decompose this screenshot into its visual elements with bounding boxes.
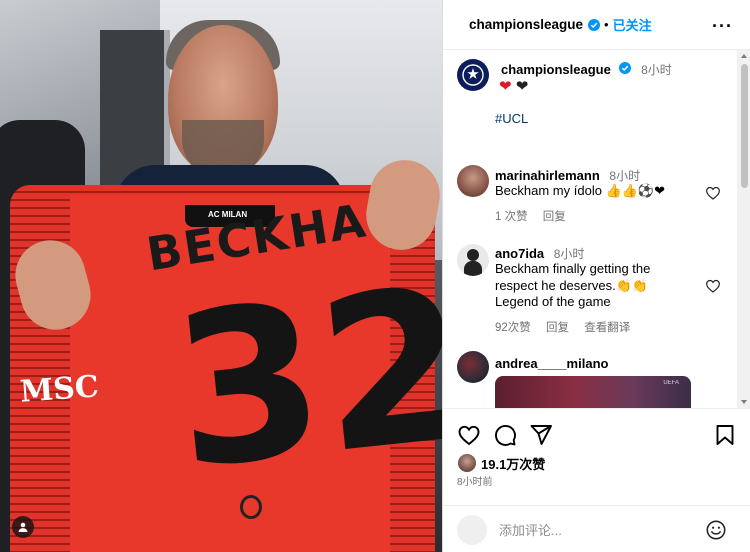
following-button[interactable]: 已关注 bbox=[613, 15, 652, 34]
comment-likes[interactable]: 92次赞 bbox=[495, 322, 531, 334]
comment-meta: 1 次赞 回复 bbox=[495, 208, 578, 224]
scroll-down-icon[interactable] bbox=[741, 400, 747, 404]
comment-username: andrea____milano bbox=[495, 356, 608, 371]
comment-time[interactable]: 8小时 bbox=[609, 169, 640, 183]
comment-meta: 92次赞 回复 查看翻译 bbox=[495, 319, 642, 335]
heart-icon[interactable] bbox=[457, 423, 481, 447]
scrollbar-thumb[interactable] bbox=[741, 64, 748, 188]
bookmark-icon[interactable] bbox=[713, 423, 737, 447]
comment-time[interactable]: 8小时 bbox=[554, 247, 585, 261]
comment-username-text[interactable]: andrea____milano bbox=[495, 356, 608, 371]
hashtag-link[interactable]: #UCL bbox=[495, 111, 528, 126]
comment-username-text[interactable]: ano7ida bbox=[495, 246, 544, 261]
uefa-watermark: UEFA bbox=[663, 380, 679, 386]
comment-text: Beckham finally getting the respect he d… bbox=[495, 261, 700, 311]
verified-badge-icon bbox=[619, 62, 632, 74]
reply-button[interactable]: 回复 bbox=[546, 322, 569, 334]
reply-button[interactable]: 回复 bbox=[543, 211, 566, 223]
black-heart-icon: ❤ bbox=[515, 78, 529, 95]
comment-likes[interactable]: 1 次赞 bbox=[495, 211, 528, 223]
liker-avatar bbox=[457, 453, 477, 473]
comment-text-line: Legend of the game bbox=[495, 294, 611, 309]
likes-count[interactable]: 19.1万次赞 bbox=[481, 454, 545, 473]
verified-badge-icon bbox=[588, 18, 601, 31]
share-icon[interactable] bbox=[529, 423, 553, 447]
comment-input[interactable] bbox=[499, 519, 689, 541]
post-side-panel: championsleague • 已关注 ··· championsleagu… bbox=[442, 0, 750, 552]
comment-text: Beckham my ídolo 👍👍⚽❤ bbox=[495, 183, 665, 198]
post-timestamp[interactable]: 8小时前 bbox=[457, 473, 493, 488]
caption-time[interactable]: 8小时 bbox=[641, 63, 672, 77]
emoji-icon[interactable] bbox=[705, 519, 727, 541]
avatar-body bbox=[464, 261, 482, 276]
post-photo[interactable]: AC MILAN BECKHAM 32 MSC bbox=[0, 0, 442, 552]
tagged-people-button[interactable] bbox=[12, 516, 34, 538]
comments-scrollbar[interactable] bbox=[737, 50, 750, 408]
comment-heart-icon[interactable] bbox=[705, 185, 721, 201]
more-options-icon[interactable]: ··· bbox=[712, 16, 733, 37]
comment-username: ano7ida 8小时 bbox=[495, 245, 584, 262]
caption-username-text[interactable]: championsleague bbox=[501, 62, 611, 77]
comment-username-text[interactable]: marinahirlemann bbox=[495, 168, 600, 183]
header-username[interactable]: championsleague bbox=[469, 17, 583, 32]
likes-row[interactable]: 19.1万次赞 bbox=[457, 453, 545, 473]
avatar[interactable] bbox=[457, 165, 489, 197]
comment-composer bbox=[443, 505, 750, 552]
comment-heart-icon[interactable] bbox=[705, 278, 721, 294]
comment-image[interactable]: UEFA bbox=[495, 376, 691, 408]
avatar[interactable] bbox=[457, 351, 489, 383]
ucl-starball-icon bbox=[462, 64, 484, 86]
user-tag-icon bbox=[18, 522, 28, 532]
comment-text-line: Beckham finally getting the bbox=[495, 261, 651, 276]
club-crest bbox=[240, 495, 262, 519]
post-header: championsleague • 已关注 ··· bbox=[443, 0, 750, 50]
comments-list[interactable]: championsleague 8小时 ❤ ❤ #UCL marinahirle… bbox=[443, 50, 737, 408]
comment-username: marinahirlemann 8小时 bbox=[495, 167, 640, 184]
avatar[interactable] bbox=[457, 59, 489, 91]
avatar-head bbox=[467, 249, 479, 261]
see-translation-button[interactable]: 查看翻译 bbox=[584, 322, 630, 334]
red-heart-icon: ❤ bbox=[499, 78, 512, 95]
post-actions: 19.1万次赞 8小时前 bbox=[443, 408, 750, 552]
caption-username: championsleague 8小时 bbox=[501, 61, 672, 78]
comment-text-line: respect he deserves.👏👏 bbox=[495, 277, 649, 293]
caption-text: ❤ ❤ bbox=[499, 77, 528, 95]
current-user-avatar bbox=[457, 515, 487, 545]
scroll-up-icon[interactable] bbox=[741, 54, 747, 58]
jersey-number: 32 bbox=[163, 241, 442, 516]
avatar[interactable] bbox=[457, 244, 489, 276]
jersey-sponsor: MSC bbox=[18, 369, 100, 410]
comment-icon[interactable] bbox=[493, 423, 517, 447]
header-separator: • bbox=[604, 17, 609, 32]
